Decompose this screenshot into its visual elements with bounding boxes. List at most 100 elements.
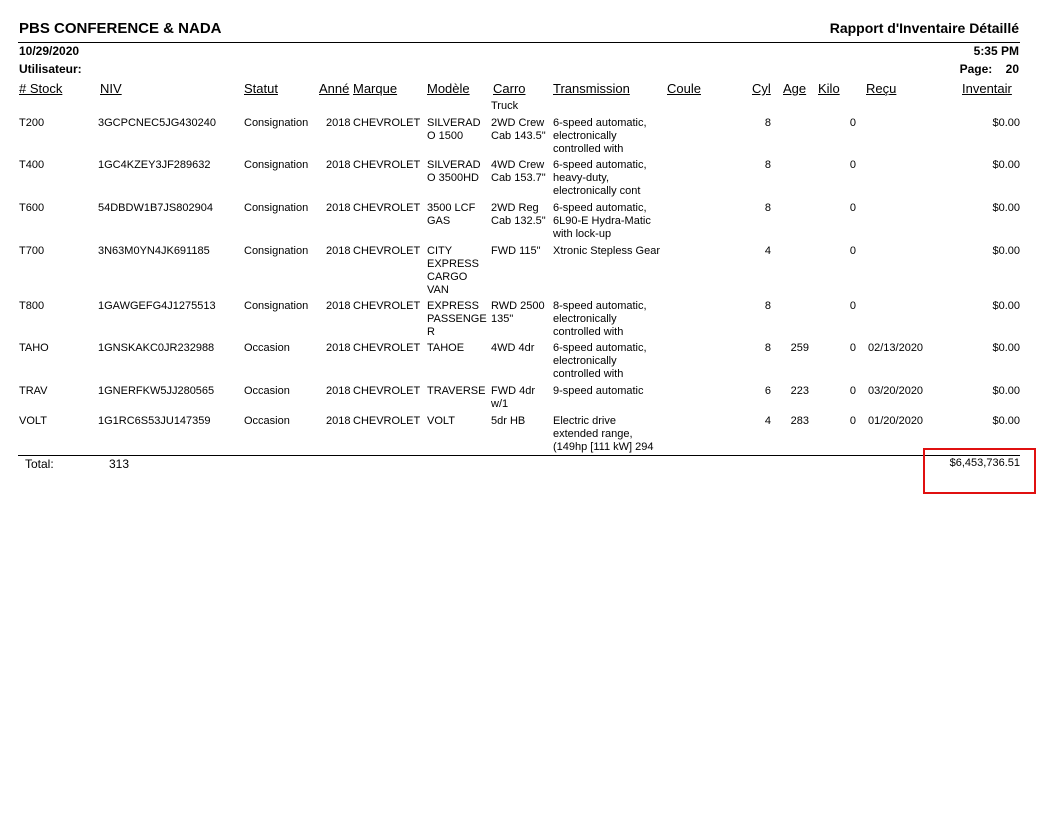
cell-annee: 2018 — [326, 300, 351, 312]
col-header-marque: Marque — [353, 81, 398, 96]
report-title: Rapport d'Inventaire Détaillé — [829, 20, 1019, 36]
cell-inventaire: $0.00 — [992, 415, 1020, 427]
cell-cyl: 4 — [764, 245, 771, 257]
cell-inventaire: $0.00 — [992, 202, 1020, 214]
cell-recu: 03/20/2020 — [868, 385, 924, 397]
cell-carro: 4WD Crew Cab 153.7" — [491, 159, 546, 184]
cell-statut: Occasion — [244, 385, 290, 397]
cell-inventaire: $0.00 — [992, 385, 1020, 397]
cell-transmission: 6-speed automatic, electronically contro… — [553, 117, 647, 155]
cell-transmission: 8-speed automatic, electronically contro… — [553, 300, 647, 338]
cell-cyl: 8 — [764, 159, 771, 171]
total-rule — [18, 455, 1020, 456]
cell-modele: EXPRESS PASSENGE R — [427, 300, 487, 338]
report-time: 5:35 PM — [973, 44, 1019, 58]
cell-modele: SILVERAD O 1500 — [427, 117, 481, 142]
cell-inventaire: $0.00 — [992, 117, 1020, 129]
cell-niv: 1GNERFKW5JJ280565 — [98, 385, 215, 397]
col-header-stock: # Stock — [19, 81, 63, 96]
cell-inventaire: $0.00 — [992, 300, 1020, 312]
page-indicator: Page: 20 — [960, 62, 1019, 76]
cell-niv: 3N63M0YN4JK691185 — [98, 245, 210, 257]
user-label: Utilisateur: — [19, 62, 82, 76]
cell-carro: 2WD Reg Cab 132.5" — [491, 202, 546, 227]
cell-kilo: 0 — [849, 159, 856, 171]
cell-stock: VOLT — [19, 415, 47, 427]
cell-niv: 54DBDW1B7JS802904 — [98, 202, 213, 214]
cell-annee: 2018 — [326, 117, 351, 129]
cell-niv: 1GNSKAKC0JR232988 — [98, 342, 215, 354]
col-header-statut: Statut — [244, 81, 278, 96]
cell-annee: 2018 — [326, 415, 351, 427]
cell-cyl: 8 — [764, 202, 771, 214]
cell-statut: Consignation — [244, 300, 309, 312]
cell-kilo: 0 — [849, 300, 856, 312]
cell-kilo: 0 — [849, 245, 856, 257]
col-header-kilo: Kilo — [818, 81, 840, 96]
cell-kilo: 0 — [849, 342, 856, 354]
cell-marque: CHEVROLET — [353, 202, 421, 214]
cell-transmission: 6-speed automatic, 6L90-E Hydra-Matic wi… — [553, 202, 651, 240]
cell-annee: 2018 — [326, 385, 351, 397]
cell-stock: TRAV — [19, 385, 48, 397]
page-label: Page: — [959, 62, 993, 76]
header-rule — [18, 42, 1020, 43]
cell-annee: 2018 — [326, 159, 351, 171]
cell-cyl: 4 — [764, 415, 771, 427]
cell-transmission: Electric drive extended range, (149hp [1… — [553, 415, 654, 453]
cell-stock: T200 — [19, 117, 45, 129]
cell-statut: Occasion — [244, 342, 290, 354]
col-header-niv: NIV — [100, 81, 122, 96]
cell-modele: SILVERAD O 3500HD — [427, 159, 481, 184]
cell-statut: Consignation — [244, 202, 309, 214]
cell-statut: Occasion — [244, 415, 290, 427]
cell-recu: 01/20/2020 — [868, 415, 924, 427]
cell-stock: T600 — [19, 202, 45, 214]
col-header-couleur: Coule — [667, 81, 701, 96]
cell-transmission: 9-speed automatic — [553, 385, 644, 397]
cell-modele: 3500 LCF GAS — [427, 202, 476, 227]
cell-annee: 2018 — [326, 342, 351, 354]
cell-stock: T400 — [19, 159, 45, 171]
cell-niv: 1GAWGEFG4J1275513 — [98, 300, 216, 312]
cell-carro: 5dr HB — [491, 415, 526, 427]
cell-statut: Consignation — [244, 245, 309, 257]
col-header-carro: Carro — [493, 81, 526, 96]
cell-marque: CHEVROLET — [353, 159, 421, 171]
cell-annee: 2018 — [326, 202, 351, 214]
cell-age: 223 — [790, 385, 809, 397]
cell-statut: Consignation — [244, 159, 309, 171]
cell-carro: FWD 4dr w/1 — [491, 385, 535, 410]
cell-stock: T700 — [19, 245, 45, 257]
cell-cyl: 8 — [764, 300, 771, 312]
cell-inventaire: $0.00 — [992, 245, 1020, 257]
cell-marque: CHEVROLET — [353, 415, 421, 427]
col-header-modele: Modèle — [427, 81, 470, 96]
page-number: 20 — [1005, 62, 1019, 76]
cell-age: 283 — [790, 415, 809, 427]
cell-recu: 02/13/2020 — [868, 342, 924, 354]
cell-kilo: 0 — [849, 202, 856, 214]
cell-carro: RWD 2500 135" — [491, 300, 545, 325]
cell-cyl: 8 — [764, 117, 771, 129]
report-date: 10/29/2020 — [19, 44, 80, 58]
cell-modele: CITY EXPRESS CARGO VAN — [427, 245, 479, 296]
col-header-transmission: Transmission — [553, 81, 630, 96]
cell-stock: T800 — [19, 300, 45, 312]
cell-age: 259 — [790, 342, 809, 354]
cell-transmission: Xtronic Stepless Gear — [553, 245, 660, 257]
cell-transmission: 6-speed automatic, electronically contro… — [553, 342, 647, 380]
col-header-age: Age — [783, 81, 807, 96]
cell-marque: CHEVROLET — [353, 342, 421, 354]
company-name: PBS CONFERENCE & NADA — [19, 20, 222, 37]
cell-cyl: 6 — [764, 385, 771, 397]
cell-annee: 2018 — [326, 245, 351, 257]
total-label: Total: — [25, 457, 54, 471]
cell-modele: TAHOE — [427, 342, 465, 354]
cell-cyl: 8 — [764, 342, 771, 354]
cell-inventaire: $0.00 — [992, 159, 1020, 171]
cell-statut: Consignation — [244, 117, 309, 129]
cell-stock: TAHO — [19, 342, 49, 354]
cell-carro: 4WD 4dr — [491, 342, 535, 354]
total-count: 313 — [109, 457, 130, 471]
